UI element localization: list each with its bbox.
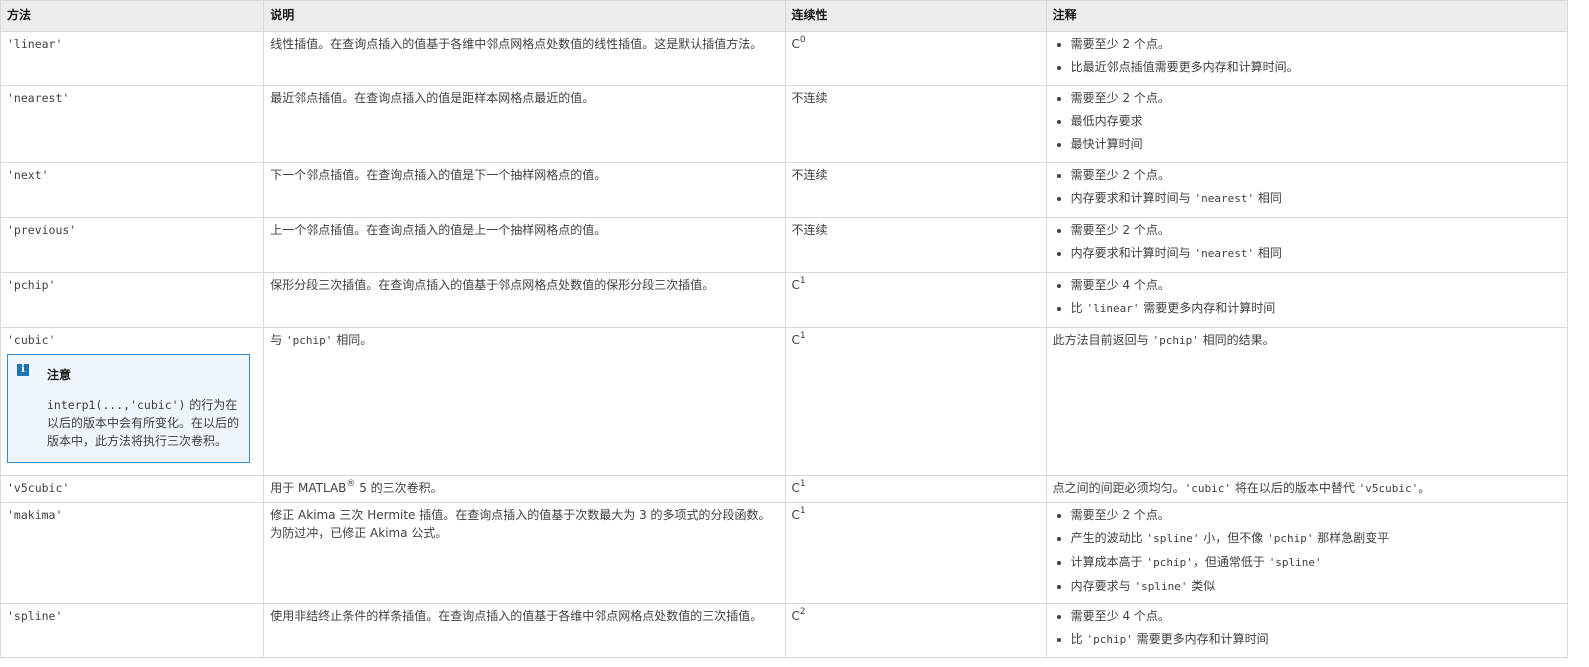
notes-cell: 需要至少 4 个点。 比 'pchip' 需要更多内存和计算时间 [1045,603,1569,658]
method-cell: 'spline' [0,603,265,658]
method-name: 'nearest' [7,91,70,105]
continuity-cell: C1 [784,475,1047,503]
list-item: 计算成本高于 'pchip'，但通常低于 'spline' [1071,553,1561,572]
notes-cell: 需要至少 2 个点。 内存要求和计算时间与 'nearest' 相同 [1045,217,1569,273]
header-description: 说明 [263,0,786,32]
notes-cell: 需要至少 2 个点。 最低内存要求 最快计算时间 [1045,85,1569,163]
list-item: 内存要求和计算时间与 'nearest' 相同 [1071,189,1561,208]
description-cell: 修正 Akima 三次 Hermite 插值。在查询点插入的值基于次数最大为 3… [263,502,786,604]
method-name: 'previous' [7,223,77,237]
description-cell: 使用非结终止条件的样条插值。在查询点插入的值基于各维中邻点网格点处数值的三次插值… [263,603,786,658]
note-body: interp1(...,'cubic') 的行为在以后的版本中会有所变化。在以后… [47,398,240,448]
continuity-cell: C1 [784,272,1047,328]
method-name: 'next' [7,168,49,182]
method-name: 'spline' [7,609,63,623]
table-row: 'spline' 使用非结终止条件的样条插值。在查询点插入的值基于各维中邻点网格… [0,603,1569,658]
continuity-cell: C2 [784,603,1047,658]
list-item: 最快计算时间 [1071,135,1561,153]
table-row: 'next' 下一个邻点插值。在查询点插入的值是下一个抽样网格点的值。 不连续 … [0,162,1569,218]
method-cell: 'v5cubic' [0,475,265,503]
info-icon: i [17,364,29,376]
list-item: 需要至少 4 个点。 [1071,276,1561,294]
table-row: 'v5cubic' 用于 MATLAB® 5 的三次卷积。 C1 点之间的间距必… [0,475,1569,503]
table-row: 'nearest' 最近邻点插值。在查询点插入的值是距样本网格点最近的值。 不连… [0,85,1569,163]
description-cell: 用于 MATLAB® 5 的三次卷积。 [263,475,786,503]
method-cell: 'makima' [0,502,265,604]
note-title: 注意 [47,368,72,382]
continuity-cell: 不连续 [784,162,1047,218]
method-cell: 'next' [0,162,265,218]
list-item: 比 'pchip' 需要更多内存和计算时间 [1071,630,1561,649]
method-name: 'makima' [7,508,63,522]
table-row: 'previous' 上一个邻点插值。在查询点插入的值是上一个抽样网格点的值。 … [0,217,1569,273]
list-item: 内存要求和计算时间与 'nearest' 相同 [1071,244,1561,263]
description-cell: 上一个邻点插值。在查询点插入的值是上一个抽样网格点的值。 [263,217,786,273]
list-item: 比最近邻点插值需要更多内存和计算时间。 [1071,58,1561,76]
continuity-cell: C0 [784,31,1047,86]
description-cell: 最近邻点插值。在查询点插入的值是距样本网格点最近的值。 [263,85,786,163]
list-item: 需要至少 2 个点。 [1071,89,1561,107]
description-cell: 线性插值。在查询点插入的值基于各维中邻点网格点处数值的线性插值。这是默认插值方法… [263,31,786,86]
notes-cell: 需要至少 4 个点。 比 'linear' 需要更多内存和计算时间 [1045,272,1569,328]
method-name: 'cubic' [7,333,56,347]
table-row: 'cubic' i 注意 interp1(...,'cubic') 的行为在以后… [0,327,1569,476]
method-cell: 'previous' [0,217,265,273]
description-cell: 下一个邻点插值。在查询点插入的值是下一个抽样网格点的值。 [263,162,786,218]
continuity-cell: 不连续 [784,217,1047,273]
notes-cell: 点之间的间距必须均匀。'cubic' 将在以后的版本中替代 'v5cubic'。 [1045,475,1569,503]
table-row: 'makima' 修正 Akima 三次 Hermite 插值。在查询点插入的值… [0,502,1569,604]
continuity-cell: C1 [784,502,1047,604]
method-cell: 'cubic' i 注意 interp1(...,'cubic') 的行为在以后… [0,327,265,476]
list-item: 需要至少 2 个点。 [1071,35,1561,53]
notes-cell: 此方法目前返回与 'pchip' 相同的结果。 [1045,327,1569,476]
interp-methods-table: 方法 说明 连续性 注释 'linear' 线性插值。在查询点插入的值基于各维中… [0,0,1569,658]
method-cell: 'linear' [0,31,265,86]
method-cell: 'pchip' [0,272,265,328]
description-cell: 与 'pchip' 相同。 [263,327,786,476]
header-method: 方法 [0,0,265,32]
list-item: 内存要求与 'spline' 类似 [1071,577,1561,596]
notes-cell: 需要至少 2 个点。 产生的波动比 'spline' 小，但不像 'pchip'… [1045,502,1569,604]
list-item: 最低内存要求 [1071,112,1561,130]
list-item: 需要至少 2 个点。 [1071,221,1561,239]
header-continuity: 连续性 [784,0,1047,32]
description-cell: 保形分段三次插值。在查询点插入的值基于邻点网格点处数值的保形分段三次插值。 [263,272,786,328]
list-item: 需要至少 2 个点。 [1071,166,1561,184]
method-name: 'linear' [7,37,63,51]
notes-cell: 需要至少 2 个点。 比最近邻点插值需要更多内存和计算时间。 [1045,31,1569,86]
header-notes: 注释 [1045,0,1569,32]
notes-cell: 需要至少 2 个点。 内存要求和计算时间与 'nearest' 相同 [1045,162,1569,218]
list-item: 比 'linear' 需要更多内存和计算时间 [1071,299,1561,318]
list-item: 产生的波动比 'spline' 小，但不像 'pchip' 那样急剧变平 [1071,529,1561,548]
note-callout: i 注意 interp1(...,'cubic') 的行为在以后的版本中会有所变… [7,354,250,463]
table-header-row: 方法 说明 连续性 注释 [0,0,1569,32]
continuity-cell: 不连续 [784,85,1047,163]
table-row: 'pchip' 保形分段三次插值。在查询点插入的值基于邻点网格点处数值的保形分段… [0,272,1569,328]
list-item: 需要至少 2 个点。 [1071,506,1561,524]
method-name: 'v5cubic' [7,481,70,495]
list-item: 需要至少 4 个点。 [1071,607,1561,625]
method-name: 'pchip' [7,278,56,292]
method-cell: 'nearest' [0,85,265,163]
continuity-cell: C1 [784,327,1047,476]
table-row: 'linear' 线性插值。在查询点插入的值基于各维中邻点网格点处数值的线性插值… [0,31,1569,86]
